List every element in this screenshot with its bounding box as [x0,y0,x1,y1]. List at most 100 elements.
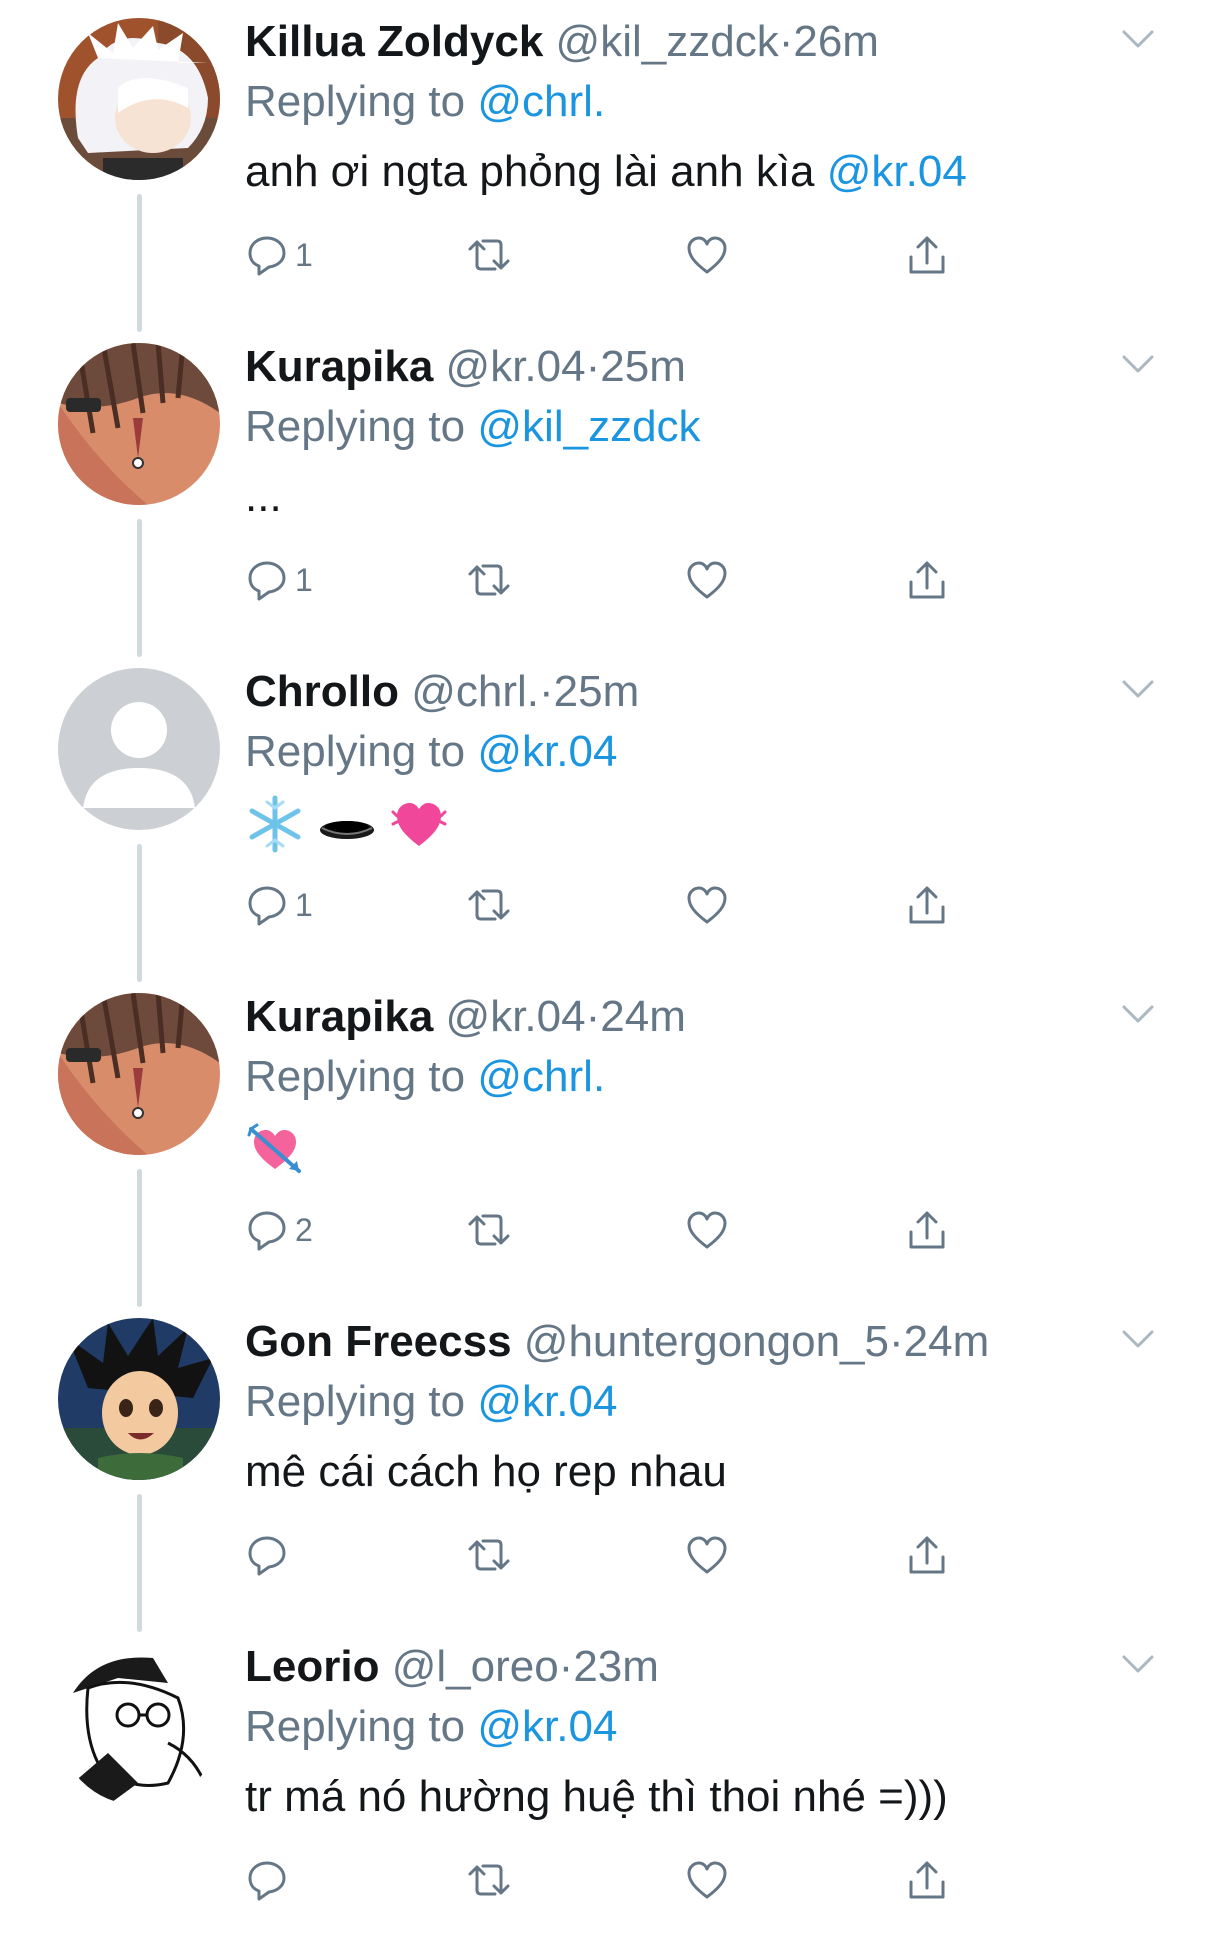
reply-count: 2 [295,1211,313,1248]
tweet-header: Kurapika @kr.04·24m [245,989,686,1045]
snowflake-emoji [249,795,301,853]
chevron-down-icon[interactable] [1118,999,1158,1029]
timestamp[interactable]: 26m [793,17,879,66]
retweet-button[interactable] [465,1200,513,1260]
display-name[interactable]: Chrollo [245,667,399,716]
like-button[interactable] [685,550,729,610]
share-button[interactable] [905,1525,949,1585]
tweet[interactable]: Gon Freecss @huntergongon_5·24m Replying… [0,1300,1215,1632]
share-icon [909,561,945,599]
display-name[interactable]: Killua Zoldyck [245,17,543,66]
like-button[interactable] [685,1200,729,1260]
tweet-text-content: ... [245,472,282,521]
like-button[interactable] [685,875,729,935]
replying-to-mention[interactable]: @kr.04 [477,1702,617,1751]
avatar-kurapika[interactable] [58,343,220,505]
share-button[interactable] [905,550,949,610]
share-button[interactable] [905,1850,949,1910]
reply-button[interactable]: 1 [245,550,313,610]
tweet-actions: 1 [245,225,985,285]
separator: · [539,667,554,716]
reply-thread: Killua Zoldyck @kil_zzdck · 26m Replying t… [0,0,1215,1920]
retweet-button[interactable] [465,1850,513,1910]
replying-to: Replying to @kil_zzdck [245,399,701,455]
handle[interactable]: @kil_zzdck [556,17,779,66]
chevron-down-icon[interactable] [1118,674,1158,704]
replying-to-mention[interactable]: @kr.04 [477,1377,617,1426]
reply-icon [248,1211,286,1251]
reply-button[interactable]: 1 [245,875,313,935]
tweet[interactable]: Kurapika @kr.04·24m Replying to @chrl. 2 [0,975,1215,1307]
timestamp[interactable]: 24m [904,1317,990,1366]
thread-connector [137,1169,142,1307]
timestamp[interactable]: 24m [600,992,686,1041]
chevron-down-icon[interactable] [1118,1649,1158,1679]
reply-icon [248,236,286,276]
like-button[interactable] [685,1850,729,1910]
replying-to-mention[interactable]: @kil_zzdck [477,402,700,451]
replying-to-mention[interactable]: @chrl. [477,77,605,126]
share-button[interactable] [905,1200,949,1260]
handle[interactable]: @l_oreo [392,1642,559,1691]
timestamp[interactable]: 25m [600,342,686,391]
reply-button[interactable] [245,1850,295,1910]
replying-to-label: Replying to [245,1702,466,1751]
display-name[interactable]: Kurapika [245,992,433,1041]
handle[interactable]: @huntergongon_5 [524,1317,889,1366]
reply-icon [248,886,286,926]
like-button[interactable] [685,1525,729,1585]
chevron-down-icon[interactable] [1118,349,1158,379]
reply-button[interactable]: 1 [245,225,313,285]
timestamp[interactable]: 23m [573,1642,659,1691]
retweet-button[interactable] [465,225,513,285]
avatar-chrollo[interactable] [58,668,220,830]
tweet-actions: 2 [245,1200,985,1260]
tweet[interactable]: Kurapika @kr.04·25m Replying to @kil_zzd… [0,325,1215,657]
separator: · [889,1317,904,1366]
retweet-button[interactable] [465,550,513,610]
tweet-header: Leorio @l_oreo·23m [245,1639,659,1695]
display-name[interactable]: Leorio [245,1642,379,1691]
display-name[interactable]: Gon Freecss [245,1317,512,1366]
like-button[interactable] [685,225,729,285]
avatar-gon[interactable] [58,1318,220,1480]
reply-icon [248,1861,286,1901]
replying-to: Replying to @chrl. [245,1049,605,1105]
replying-to: Replying to @kr.04 [245,1374,617,1430]
replying-to-label: Replying to [245,77,466,126]
share-icon [909,1211,945,1249]
chevron-down-icon[interactable] [1118,1324,1158,1354]
avatar-killua[interactable] [58,18,220,180]
heart-icon [687,1861,727,1899]
reply-count: 1 [295,236,313,273]
beating-heart-emoji [391,803,447,847]
tweet-text: ... [245,469,282,525]
avatar-kurapika[interactable] [58,993,220,1155]
handle[interactable]: @chrl. [411,667,539,716]
handle[interactable]: @kr.04 [446,342,586,391]
display-name[interactable]: Kurapika [245,342,433,391]
timestamp[interactable]: 25m [554,667,640,716]
retweet-button[interactable] [465,1525,513,1585]
share-button[interactable] [905,225,949,285]
tweet[interactable]: Chrollo @chrl.·25m Replying to @kr.04 1 [0,650,1215,982]
retweet-icon [468,1864,510,1896]
tweet-text [245,794,449,854]
text-mention[interactable]: @kr.04 [827,147,967,196]
chevron-down-icon[interactable] [1118,24,1158,54]
kurapika-avatar-image [58,343,220,505]
avatar-leorio[interactable] [58,1643,220,1805]
tweet[interactable]: Killua Zoldyck @kil_zzdck·26m Replying t… [0,0,1215,332]
retweet-button[interactable] [465,875,513,935]
tweet-header: Kurapika @kr.04·25m [245,339,686,395]
tweet[interactable]: Leorio @l_oreo·23m Replying to @kr.04 tr… [0,1625,1215,1950]
reply-icon [248,561,286,601]
replying-to-mention[interactable]: @kr.04 [477,727,617,776]
tweet-actions [245,1525,985,1585]
handle[interactable]: @kr.04 [446,992,586,1041]
replying-to-mention[interactable]: @chrl. [477,1052,605,1101]
share-button[interactable] [905,875,949,935]
tweet-text-content: tr má nó hường huệ thì thoi nhé =))) [245,1772,948,1821]
reply-button[interactable]: 2 [245,1200,313,1260]
reply-button[interactable] [245,1525,295,1585]
